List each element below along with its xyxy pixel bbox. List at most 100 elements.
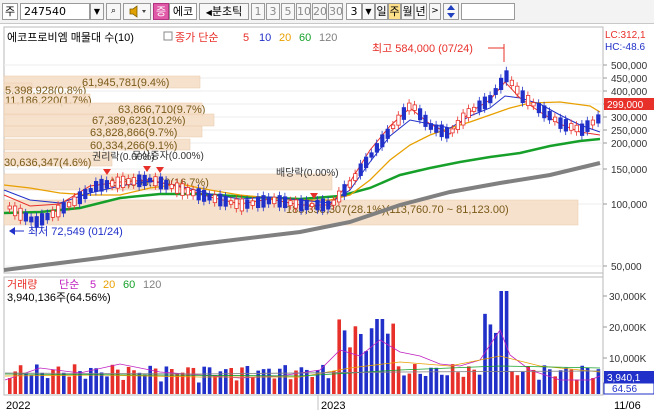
chart-toolbar: 주 247540 ▼ ⌕ 증 에코 ◀분초틱 1 3 5 10 20 30 3 … xyxy=(0,0,654,24)
count-down-button[interactable]: ▼ xyxy=(362,3,375,20)
volume-bar xyxy=(153,368,158,394)
volume-bar xyxy=(256,370,260,394)
indicator-button[interactable]: 증 xyxy=(153,3,169,20)
volume-bar xyxy=(499,291,503,394)
candle-body xyxy=(61,202,66,214)
dividend-ex-label: 배당락(0.00%) xyxy=(276,167,339,179)
volume-bar xyxy=(467,366,471,394)
y-tick-label: 300,000 xyxy=(611,113,648,124)
ma-legend-120: 120 xyxy=(319,32,337,44)
stock-code-input[interactable]: 247540 xyxy=(20,3,90,20)
volume-bar xyxy=(413,364,417,394)
market-select[interactable]: 주 xyxy=(2,3,18,20)
interval-week-label: 주 xyxy=(389,5,400,18)
minute-option-1[interactable]: 1 xyxy=(251,3,265,20)
interval-tab-day[interactable]: 일 xyxy=(375,3,388,20)
candle-body xyxy=(228,200,234,205)
candle-body xyxy=(477,100,482,112)
candle-body xyxy=(218,193,223,207)
interval-tab-year[interactable]: 년 xyxy=(414,3,427,20)
candle-body xyxy=(466,108,471,118)
candle-body xyxy=(374,143,380,153)
candle-body xyxy=(131,177,136,186)
minute-option-label: 5 xyxy=(284,5,292,18)
interval-label: 분초틱 xyxy=(211,5,243,18)
volume-bar xyxy=(278,368,282,394)
candle-body xyxy=(7,205,12,210)
candle-body xyxy=(461,112,466,126)
candle-body xyxy=(336,190,342,203)
candle-body xyxy=(185,187,190,196)
volume-bar xyxy=(62,372,66,394)
volume-bar xyxy=(423,375,428,394)
code-dropdown-button[interactable]: ▼ xyxy=(90,3,104,20)
minute-option-label: 30 xyxy=(329,5,343,18)
candle-body xyxy=(434,124,439,133)
candle-body xyxy=(423,114,428,127)
minute-option-label: 10 xyxy=(297,5,311,18)
candle-body xyxy=(45,212,50,221)
minute-option-20[interactable]: 20 xyxy=(312,3,327,20)
speaker-button[interactable] xyxy=(123,3,151,20)
candle-body xyxy=(542,105,547,119)
interval-tab-month[interactable]: 월 xyxy=(401,3,414,20)
volume-ma-legend-20: 20 xyxy=(103,279,115,291)
volume-bar xyxy=(445,375,449,394)
candle-body xyxy=(569,123,574,131)
volume-bar xyxy=(267,368,271,394)
candle-body xyxy=(234,198,239,209)
indicator-name[interactable]: 에코 xyxy=(169,3,197,20)
search-button[interactable]: ⌕ xyxy=(106,3,121,20)
minute-option-10[interactable]: 10 xyxy=(296,3,311,20)
candle-body xyxy=(320,198,326,212)
candle-body xyxy=(142,174,147,187)
price-panel-title: 에코프로비엠 매물대 수(10) xyxy=(7,31,134,44)
volume-bar xyxy=(310,376,314,394)
ma-legend-checkbox[interactable] xyxy=(163,31,173,41)
volume-bar xyxy=(472,369,476,394)
candle-body xyxy=(245,199,250,209)
candle-body xyxy=(18,207,23,221)
candle-body xyxy=(147,177,153,183)
toolbar-blank-field[interactable] xyxy=(461,3,515,20)
candle-body xyxy=(585,120,590,132)
volume-bar xyxy=(353,326,358,394)
up-down-button[interactable] xyxy=(443,3,459,20)
volume-bar xyxy=(89,367,93,394)
candle-body xyxy=(315,199,320,211)
volume-bar xyxy=(348,347,352,394)
volume-bar xyxy=(213,375,217,394)
volume-bar xyxy=(245,365,250,394)
candle-body xyxy=(558,117,563,129)
minute-option-30[interactable]: 30 xyxy=(328,3,343,20)
candle-body xyxy=(304,199,309,211)
volume-bar xyxy=(207,367,212,394)
volume-bar xyxy=(110,364,115,394)
minute-option-5[interactable]: 5 xyxy=(281,3,295,20)
scroll-right-button[interactable]: > xyxy=(429,3,441,20)
volume-bar xyxy=(342,330,347,394)
candle-body xyxy=(428,123,434,130)
interval-tab-minute[interactable]: ◀분초틱 xyxy=(199,3,249,20)
count-input[interactable]: 3 xyxy=(346,3,362,20)
candle-body xyxy=(115,176,120,189)
interval-month-label: 월 xyxy=(402,5,413,18)
candle-body xyxy=(520,90,525,104)
minute-option-3[interactable]: 3 xyxy=(266,3,280,20)
candle-body xyxy=(83,188,88,200)
candle-body xyxy=(255,196,261,208)
interval-year-label: 년 xyxy=(415,5,426,18)
candle-body xyxy=(104,180,109,189)
candle-body xyxy=(126,178,131,185)
volume-bar xyxy=(83,378,88,394)
volume-bar xyxy=(186,367,190,394)
stock-chart[interactable]: 61,945,781(9.4%)5,398,928(0.8%)11,186,22… xyxy=(0,24,654,416)
volume-panel-title: 거래량 xyxy=(7,278,37,291)
y-tick-label: 100,000 xyxy=(611,200,648,211)
chevron-down-icon: ▼ xyxy=(93,7,101,16)
candle-body xyxy=(94,180,99,192)
interval-day-label: 일 xyxy=(376,5,387,18)
volume-bar xyxy=(197,382,201,394)
volume-y-tick-label: 20,000K xyxy=(609,323,647,334)
interval-tab-week[interactable]: 주 xyxy=(388,3,401,20)
